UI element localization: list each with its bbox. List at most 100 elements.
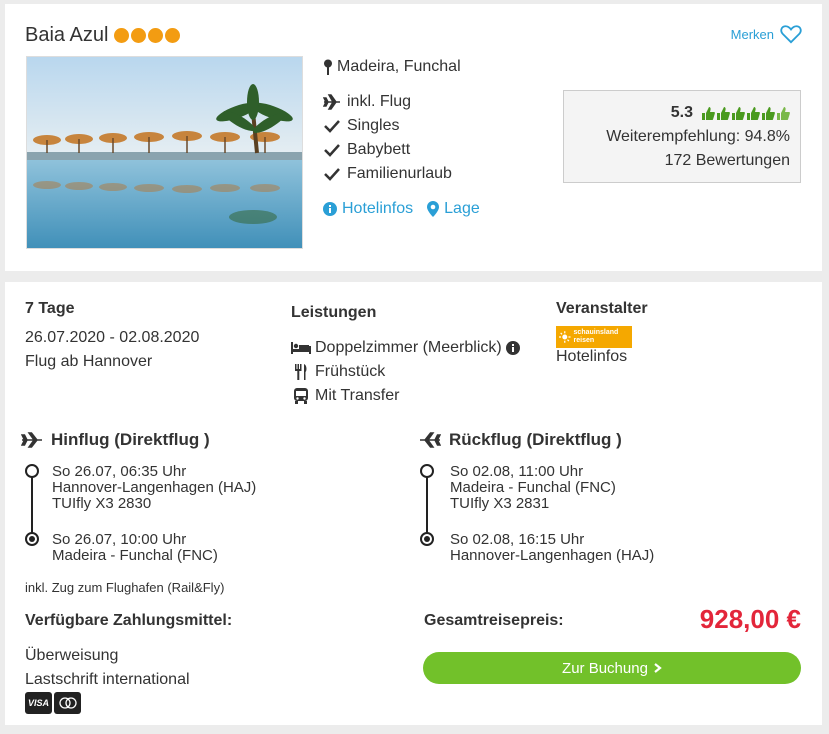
recommendation-rate: Weiterempfehlung: 94.8% (606, 128, 790, 145)
veranstalter-hotelinfos-link[interactable]: Hotelinfos (556, 348, 627, 366)
leistung-item: Mit Transfer (291, 384, 520, 408)
leistung-item: Frühstück (291, 360, 520, 384)
hinflug-departure: So 26.07, 06:35 Uhr Hannover-Langenhagen… (52, 464, 256, 512)
rueckflug-arr-time: So 02.08, 16:15 Uhr (450, 531, 585, 548)
star-icon (148, 28, 164, 43)
leistungen-title: Leistungen (291, 304, 377, 321)
hotel-stars (114, 28, 181, 43)
trip-duration: 7 Tage (25, 300, 75, 317)
hinflug-arr-airport: Madeira - Funchal (FNC) (52, 547, 218, 564)
thumbs-rating (701, 106, 790, 121)
hinflug-timeline (31, 474, 33, 540)
hinflug-dep-airport: Hannover-Langenhagen (HAJ) (52, 479, 257, 496)
sun-icon (559, 331, 571, 343)
total-price-label: Gesamtreisepreis: (424, 612, 564, 629)
mastercard-icon (54, 692, 81, 714)
offer-card: 7 Tage 26.07.2020 - 02.08.2020 Flug ab H… (5, 282, 822, 725)
feature-label: Babybett (347, 141, 411, 158)
bus-icon (291, 388, 311, 404)
heart-icon (780, 25, 802, 44)
leistung-label: Doppelzimmer (Meerblick) (315, 339, 502, 356)
plane-departure-icon (21, 432, 42, 448)
merken-button[interactable]: Merken (731, 24, 802, 44)
leistungen-list: Doppelzimmer (Meerblick) Frühstück Mit T… (291, 336, 520, 408)
payment-title: Verfügbare Zahlungsmittel: (25, 612, 233, 629)
plane-return-icon (420, 432, 441, 448)
rueckflug-title: Rückflug (Direktflug ) (449, 430, 622, 449)
departure-airport: Flug ab Hannover (25, 353, 153, 370)
hotel-card: Baia Azul Merken Madeira, Funchal inkl. … (5, 4, 822, 271)
feature-item: Babybett (323, 138, 452, 162)
arrival-circle-icon (420, 532, 434, 546)
arrival-circle-icon (25, 532, 39, 546)
thumb-up-icon (717, 106, 730, 120)
feature-label: inkl. Flug (347, 93, 412, 110)
rueckflug-timeline (426, 474, 428, 540)
hotel-name[interactable]: Baia Azul (25, 24, 108, 47)
departure-circle-icon (25, 464, 39, 478)
lage-label: Lage (444, 200, 480, 217)
plane-icon (323, 94, 341, 110)
hinflug-dep-time: So 26.07, 06:35 Uhr (52, 463, 187, 480)
rueckflug-arr-airport: Hannover-Langenhagen (HAJ) (450, 547, 655, 564)
check-icon (323, 119, 341, 133)
hotel-location: Madeira, Funchal (323, 58, 461, 76)
leistung-item: Doppelzimmer (Meerblick) (291, 336, 520, 360)
booking-button[interactable]: Zur Buchung (423, 652, 801, 684)
check-icon (323, 167, 341, 181)
thumb-up-icon (747, 106, 760, 120)
feature-label: Familienurlaub (347, 165, 452, 182)
thumb-up-icon (702, 106, 715, 120)
hotel-links: Hotelinfos Lage (323, 200, 480, 218)
feature-item: Familienurlaub (323, 162, 452, 186)
booking-button-label: Zur Buchung (562, 659, 648, 677)
rating-score: 5.3 (670, 104, 693, 121)
thumb-up-icon (777, 106, 790, 120)
map-marker-icon (427, 201, 440, 217)
info-icon (323, 202, 337, 216)
rueckflug-flight-number: TUIfly X3 2831 (450, 495, 550, 512)
star-icon (131, 28, 147, 43)
thumb-up-icon (762, 106, 775, 120)
location-label: Madeira, Funchal (337, 58, 461, 75)
rueckflug-dep-airport: Madeira - Funchal (FNC) (450, 479, 616, 496)
hotelinfos-link[interactable]: Hotelinfos (323, 200, 413, 218)
leistung-label: Frühstück (315, 363, 386, 380)
feature-item: Singles (323, 114, 452, 138)
payment-method: Überweisung (25, 647, 119, 664)
check-icon (323, 143, 341, 157)
thumb-up-icon (732, 106, 745, 120)
payment-methods: Überweisung Lastschrift international (25, 644, 190, 692)
rueckflug-heading: Rückflug (Direktflug ) (419, 430, 622, 450)
map-pin-icon (324, 59, 332, 75)
hinflug-heading: Hinflug (Direktflug ) (21, 430, 210, 450)
lage-link[interactable]: Lage (427, 200, 480, 218)
rueckflug-departure: So 02.08, 11:00 Uhr Madeira - Funchal (F… (450, 464, 616, 512)
departure-circle-icon (420, 464, 434, 478)
hinflug-arrival: So 26.07, 10:00 Uhr Madeira - Funchal (F… (52, 532, 218, 564)
hotel-header: Baia Azul (25, 24, 181, 47)
bed-icon (291, 342, 311, 354)
rail-and-fly-note: inkl. Zug zum Flughafen (Rail&Fly) (25, 580, 225, 595)
schauinsland-logo: schauinsland reisen (556, 326, 632, 348)
hotelinfos-label: Hotelinfos (342, 200, 414, 217)
review-count[interactable]: 172 Bewertungen (564, 149, 790, 173)
info-icon[interactable] (505, 341, 520, 355)
star-icon (114, 28, 130, 43)
rueckflug-arrival: So 02.08, 16:15 Uhr Hannover-Langenhagen… (450, 532, 654, 564)
logo-text: schauinsland reisen (573, 329, 619, 344)
hinflug-arr-time: So 26.07, 10:00 Uhr (52, 531, 187, 548)
veranstalter-title: Veranstalter (556, 300, 648, 317)
hotel-photo[interactable] (26, 56, 303, 249)
leistung-label: Mit Transfer (315, 387, 400, 404)
feature-label: Singles (347, 117, 400, 134)
total-price: 928,00 € (699, 604, 801, 634)
rating-box[interactable]: 5.3 Weiterempfehlung: 94.8% 172 Bewertun… (563, 90, 801, 183)
visa-icon: VISA (25, 692, 52, 714)
rueckflug-dep-time: So 02.08, 11:00 Uhr (450, 463, 584, 480)
merken-label: Merken (730, 26, 774, 42)
hinflug-flight-number: TUIfly X3 2830 (52, 495, 152, 512)
hinflug-title: Hinflug (Direktflug ) (51, 430, 210, 449)
star-icon (165, 28, 181, 43)
feature-list: inkl. Flug Singles Babybett Familienurla… (323, 90, 452, 186)
